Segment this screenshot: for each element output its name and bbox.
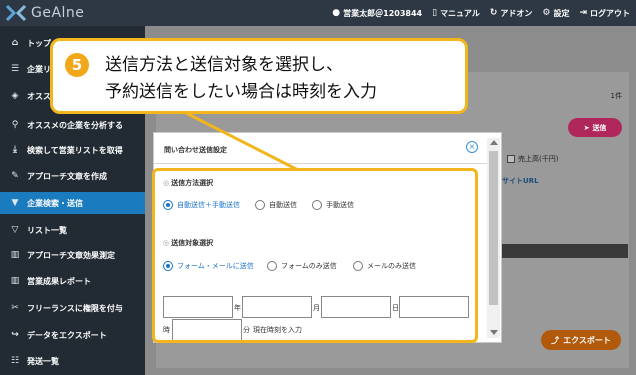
step-number: 5 (65, 53, 89, 77)
callout-line-2: 予約送信をしたい場合は時刻を入力 (105, 82, 377, 102)
callout-line-1: 送信方法と送信対象を選択し、 (105, 55, 343, 75)
tutorial-callout: 5 送信方法と送信対象を選択し、 予約送信をしたい場合は時刻を入力 (50, 38, 468, 114)
